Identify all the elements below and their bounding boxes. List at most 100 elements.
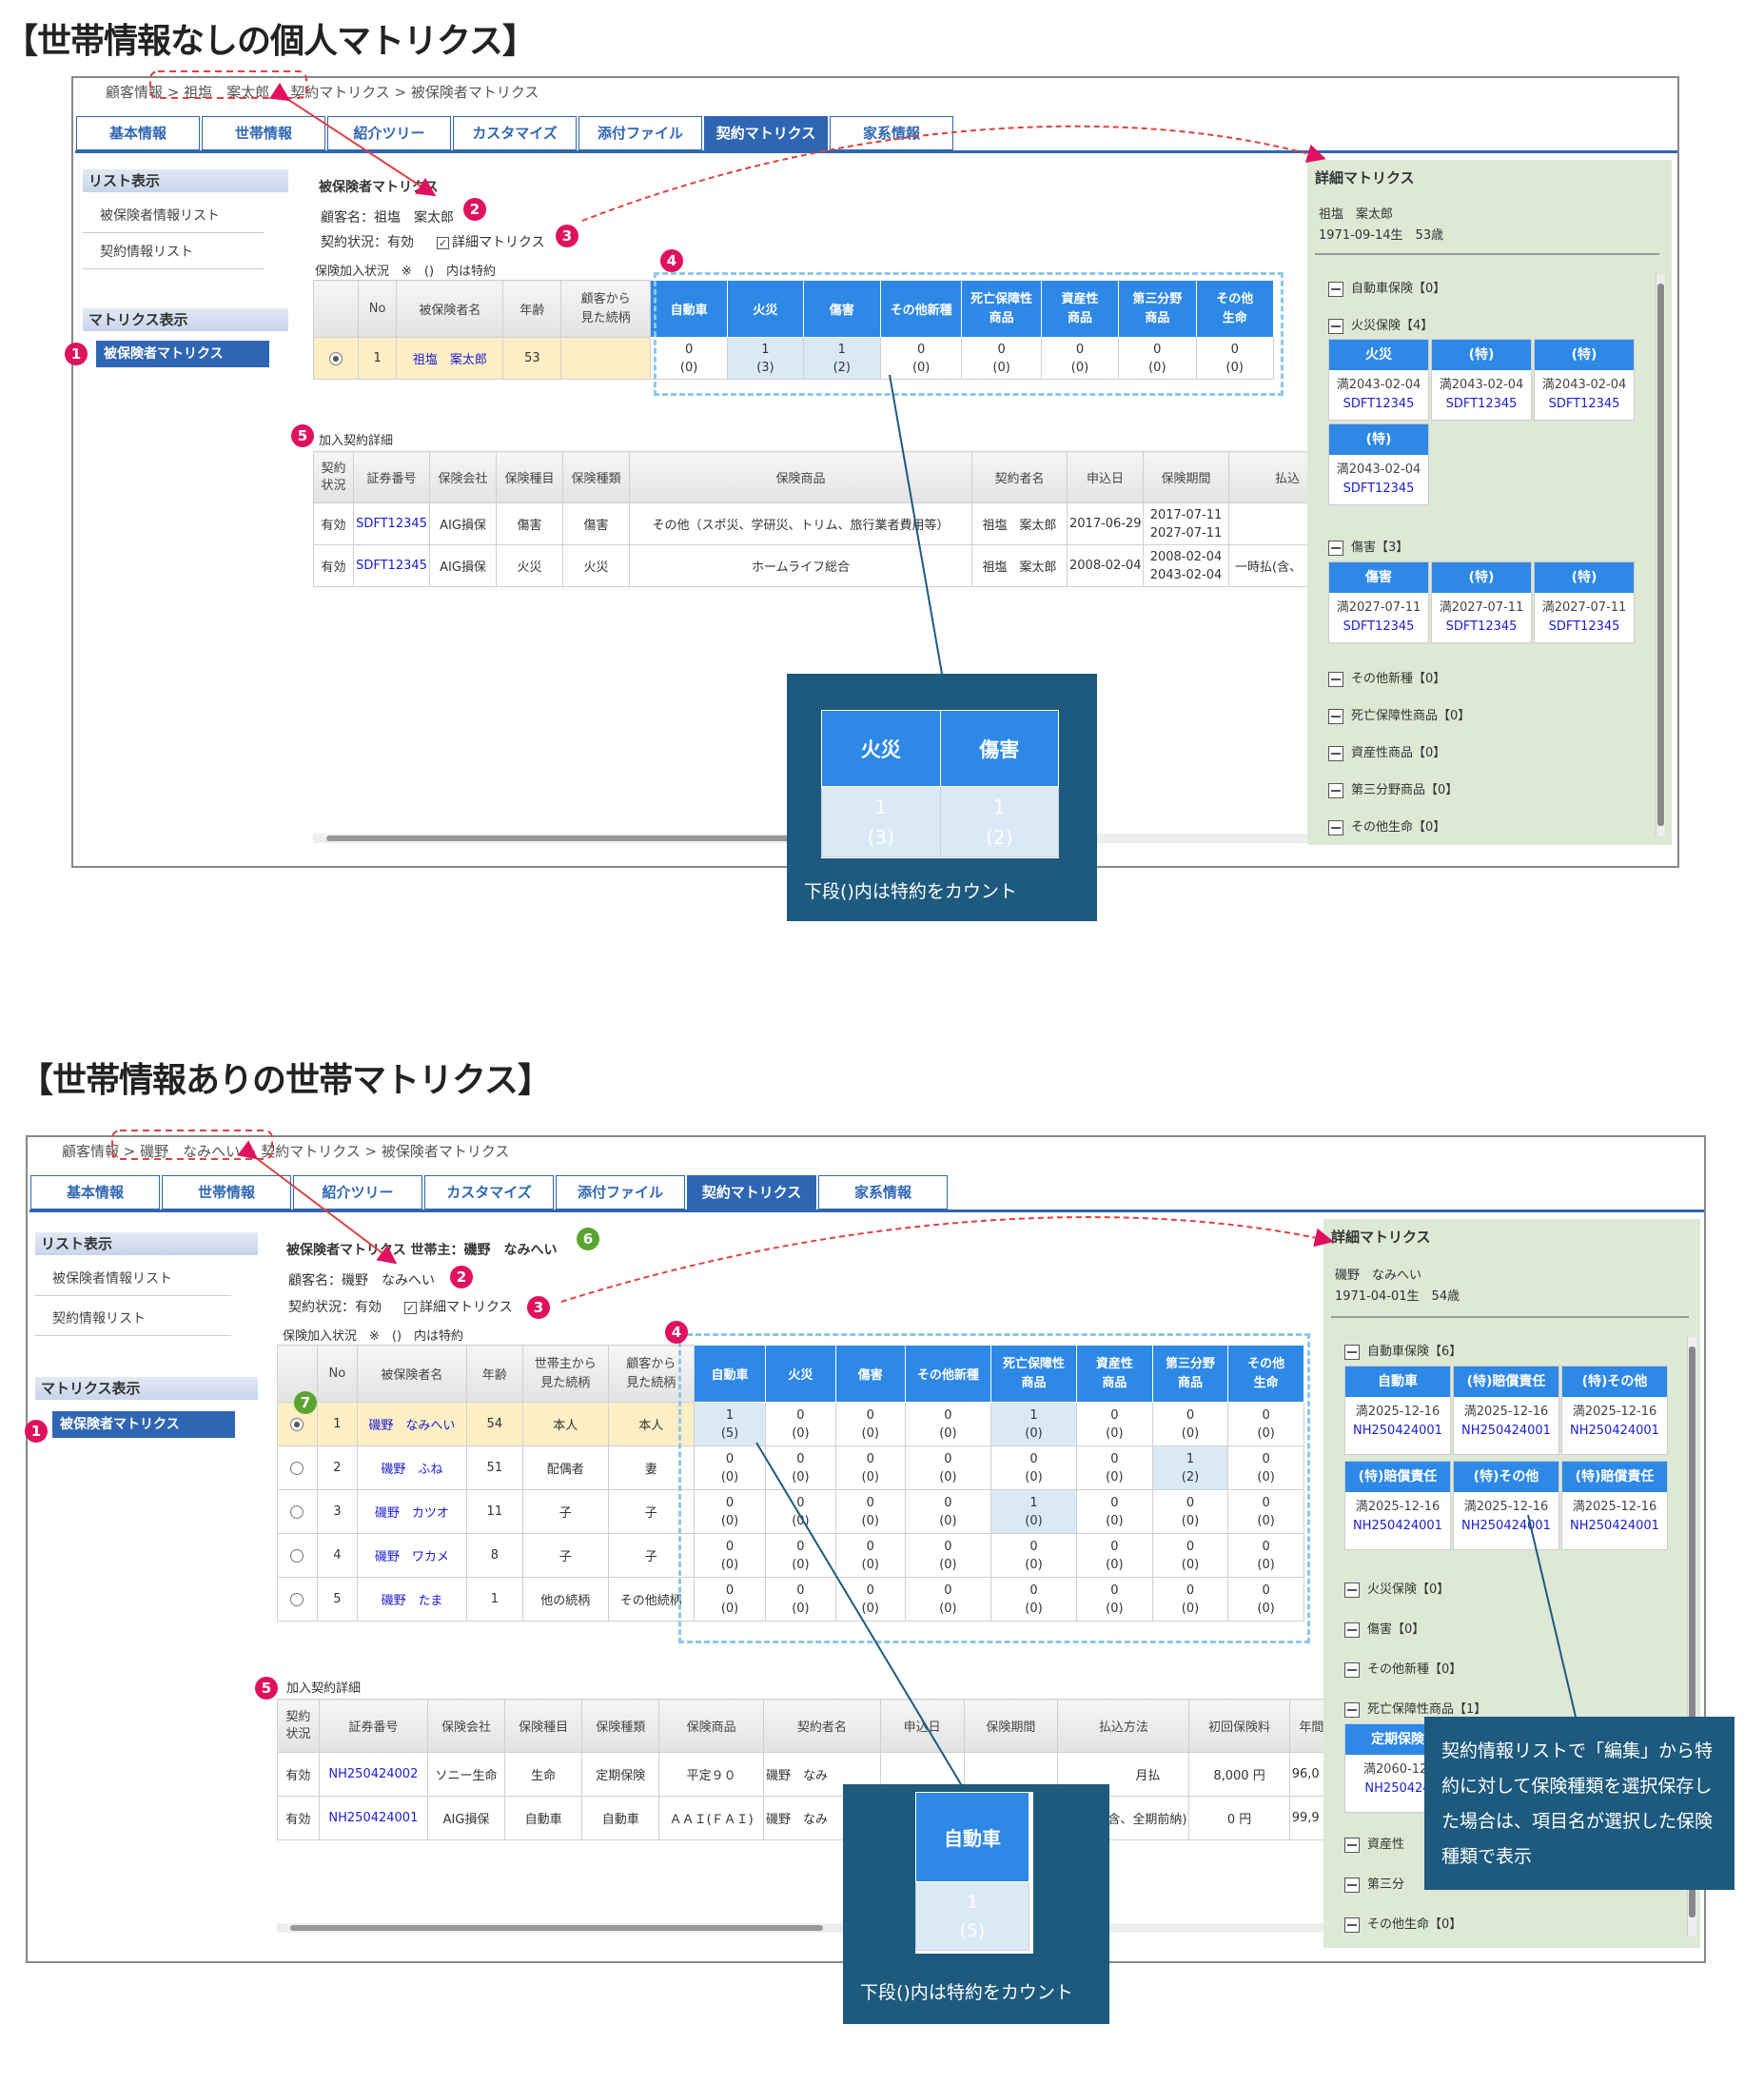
insured-matrix-link[interactable]: 被保険者マトリクス [52, 1411, 235, 1438]
table-row[interactable]: 有効 SDFT12345 AIG損保 火災 火災 ホームライフ総合 祖塩 案太郎… [313, 544, 1380, 587]
group-other-new[interactable]: その他新種【0】 [1328, 668, 1445, 687]
tab-attachments[interactable]: 添付ファイル [556, 1175, 685, 1209]
detail-card[interactable]: (特) 満2043-02-04 SDFT12345 [1534, 339, 1635, 421]
table-row[interactable]: 有効 SDFT12345 AIG損保 傷害 傷害 その他（スポ災、学研災、トリム… [313, 502, 1380, 545]
group-asset[interactable]: 資産性商品【0】 [1328, 742, 1445, 761]
group-other-life[interactable]: その他生命【0】 [1344, 1914, 1461, 1933]
group-fire[interactable]: 火災保険【4】 [1328, 315, 1433, 334]
tab-referral-tree[interactable]: 紹介ツリー [293, 1175, 422, 1209]
policy-link[interactable]: NH250424002 [318, 1752, 428, 1797]
group-death[interactable]: 死亡保障性商品【1】 [1344, 1699, 1486, 1718]
policy-link[interactable]: SDFT12345 [353, 544, 430, 587]
detail-card[interactable]: 自動車 満2025-12-16 NH250424001 [1344, 1366, 1451, 1455]
group-death[interactable]: 死亡保障性商品【0】 [1328, 705, 1470, 724]
row-radio[interactable] [313, 337, 359, 380]
group-fire[interactable]: 火災保険【0】 [1344, 1579, 1449, 1598]
insured-matrix-link[interactable]: 被保険者マトリクス [96, 341, 269, 367]
collapse-icon[interactable] [1344, 1622, 1360, 1638]
group-auto[interactable]: 自動車保険【0】 [1328, 278, 1445, 297]
contract-list-link[interactable]: 契約情報リスト [83, 242, 264, 269]
collapse-icon[interactable] [1328, 819, 1343, 836]
policy-link[interactable]: NH250424001 [318, 1796, 428, 1840]
collapse-icon[interactable] [1328, 540, 1343, 556]
group-third[interactable]: 第三分野商品【0】 [1328, 779, 1458, 798]
row-radio[interactable] [277, 1445, 318, 1490]
detail-card[interactable]: (特) 満2043-02-04 SDFT12345 [1328, 423, 1429, 505]
row-radio[interactable] [277, 1533, 318, 1578]
collapse-icon[interactable] [1328, 708, 1343, 724]
tab-household[interactable]: 世帯情報 [202, 116, 325, 150]
group-other-new[interactable]: その他新種【0】 [1344, 1659, 1461, 1678]
collapse-icon[interactable] [1344, 1661, 1360, 1678]
collapse-icon[interactable] [1328, 745, 1343, 761]
tab-referral-tree[interactable]: 紹介ツリー [327, 116, 451, 150]
tab-family-info[interactable]: 家系情報 [830, 116, 953, 150]
collapse-icon[interactable] [1344, 1917, 1360, 1933]
collapse-icon[interactable] [1344, 1701, 1360, 1718]
tab-customize[interactable]: カスタマイズ [424, 1175, 554, 1209]
policy-link[interactable]: SDFT12345 [353, 502, 430, 545]
group-other-life[interactable]: その他生命【0】 [1328, 816, 1445, 836]
tab-family-info[interactable]: 家系情報 [818, 1175, 948, 1209]
group-auto[interactable]: 自動車保険【6】 [1344, 1341, 1461, 1360]
zoom-cell: 1 (3) [821, 786, 941, 857]
insured-list-link[interactable]: 被保険者情報リスト [35, 1268, 231, 1296]
tab-customize[interactable]: カスタマイズ [453, 116, 577, 150]
breadcrumb[interactable]: 顧客情報 > 祖塩 案太郎 > 契約マトリクス > 被保険者マトリクス [106, 82, 539, 102]
radio-icon[interactable] [290, 1548, 304, 1563]
row-radio[interactable] [277, 1489, 318, 1534]
detail-card[interactable]: (特)賠償責任 満2025-12-16 NH250424001 [1453, 1366, 1559, 1455]
checkbox-checked-icon[interactable]: ✓ [404, 1301, 417, 1314]
horizontal-scrollbar[interactable] [277, 1923, 1346, 1933]
collapse-icon[interactable] [1328, 671, 1343, 687]
radio-selected-icon[interactable] [328, 351, 343, 365]
collapse-icon[interactable] [1328, 318, 1343, 334]
detail-card[interactable]: (特)その他 満2025-12-16 NH250424001 [1453, 1461, 1559, 1550]
contract-list-link[interactable]: 契約情報リスト [35, 1308, 231, 1336]
vertical-scrollbar[interactable] [1656, 274, 1665, 836]
radio-icon[interactable] [290, 1461, 304, 1475]
checkbox-checked-icon[interactable]: ✓ [437, 236, 449, 249]
row-no: 3 [316, 1489, 358, 1534]
detail-card[interactable]: 火災 満2043-02-04 SDFT12345 [1328, 339, 1429, 421]
tab-attachments[interactable]: 添付ファイル [578, 116, 702, 150]
breadcrumb[interactable]: 顧客情報 > 磯野 なみへい > 契約マトリクス > 被保険者マトリクス [62, 1141, 509, 1161]
collapse-icon[interactable] [1344, 1344, 1360, 1360]
tab-contract-matrix[interactable]: 契約マトリクス [704, 116, 828, 150]
row-radio[interactable] [277, 1577, 318, 1622]
radio-icon[interactable] [290, 1504, 304, 1519]
collapse-icon[interactable] [1328, 782, 1343, 798]
row-name[interactable]: 磯野 なみへい [356, 1402, 468, 1446]
detail-matrix-toggle[interactable]: ✓ 詳細マトリクス [404, 1297, 513, 1316]
tab-household[interactable]: 世帯情報 [162, 1175, 291, 1209]
tab-basic[interactable]: 基本情報 [76, 116, 200, 150]
table-row[interactable]: 有効 NH250424002 ソニー生命 生命 定期保険 平定９０ 磯野 なみ … [277, 1752, 1347, 1797]
group-injury[interactable]: 傷害【0】 [1344, 1619, 1424, 1638]
insured-list-link[interactable]: 被保険者情報リスト [83, 206, 264, 233]
collapse-icon[interactable] [1344, 1582, 1360, 1598]
row-name[interactable]: 祖塩 案太郎 [396, 337, 504, 380]
detail-card[interactable]: (特) 満2027-07-11 SDFT12345 [1534, 561, 1635, 643]
tab-basic[interactable]: 基本情報 [30, 1175, 160, 1209]
detail-card[interactable]: 傷害 満2027-07-11 SDFT12345 [1328, 561, 1429, 643]
detail-card[interactable]: (特) 満2027-07-11 SDFT12345 [1431, 561, 1532, 643]
row-name[interactable]: 磯野 ふね [356, 1445, 468, 1490]
row-name[interactable]: 磯野 たま [356, 1577, 468, 1622]
tab-contract-matrix[interactable]: 契約マトリクス [687, 1175, 816, 1209]
detail-card[interactable]: (特)賠償責任 満2025-12-16 NH250424001 [1344, 1461, 1451, 1550]
group-third[interactable]: 第三分 [1344, 1874, 1404, 1893]
row-name[interactable]: 磯野 ワカメ [356, 1533, 468, 1578]
table-row[interactable]: 有効 NH250424001 AIG損保 自動車 自動車 ＡＡＩ(ＦＡＩ) 磯野… [277, 1796, 1347, 1840]
group-injury[interactable]: 傷害【3】 [1328, 537, 1408, 556]
detail-card[interactable]: (特)その他 満2025-12-16 NH250424001 [1561, 1366, 1668, 1455]
collapse-icon[interactable] [1328, 281, 1343, 297]
detail-card[interactable]: (特)賠償責任 満2025-12-16 NH250424001 [1561, 1461, 1668, 1550]
collapse-icon[interactable] [1344, 1837, 1360, 1853]
detail-matrix-toggle[interactable]: ✓ 詳細マトリクス [437, 232, 545, 251]
radio-icon[interactable] [290, 1592, 304, 1606]
group-asset[interactable]: 資産性 [1344, 1834, 1404, 1853]
detail-card[interactable]: (特) 満2043-02-04 SDFT12345 [1431, 339, 1532, 421]
radio-icon[interactable] [290, 1417, 304, 1431]
row-name[interactable]: 磯野 カツオ [356, 1489, 468, 1534]
collapse-icon[interactable] [1344, 1877, 1360, 1893]
